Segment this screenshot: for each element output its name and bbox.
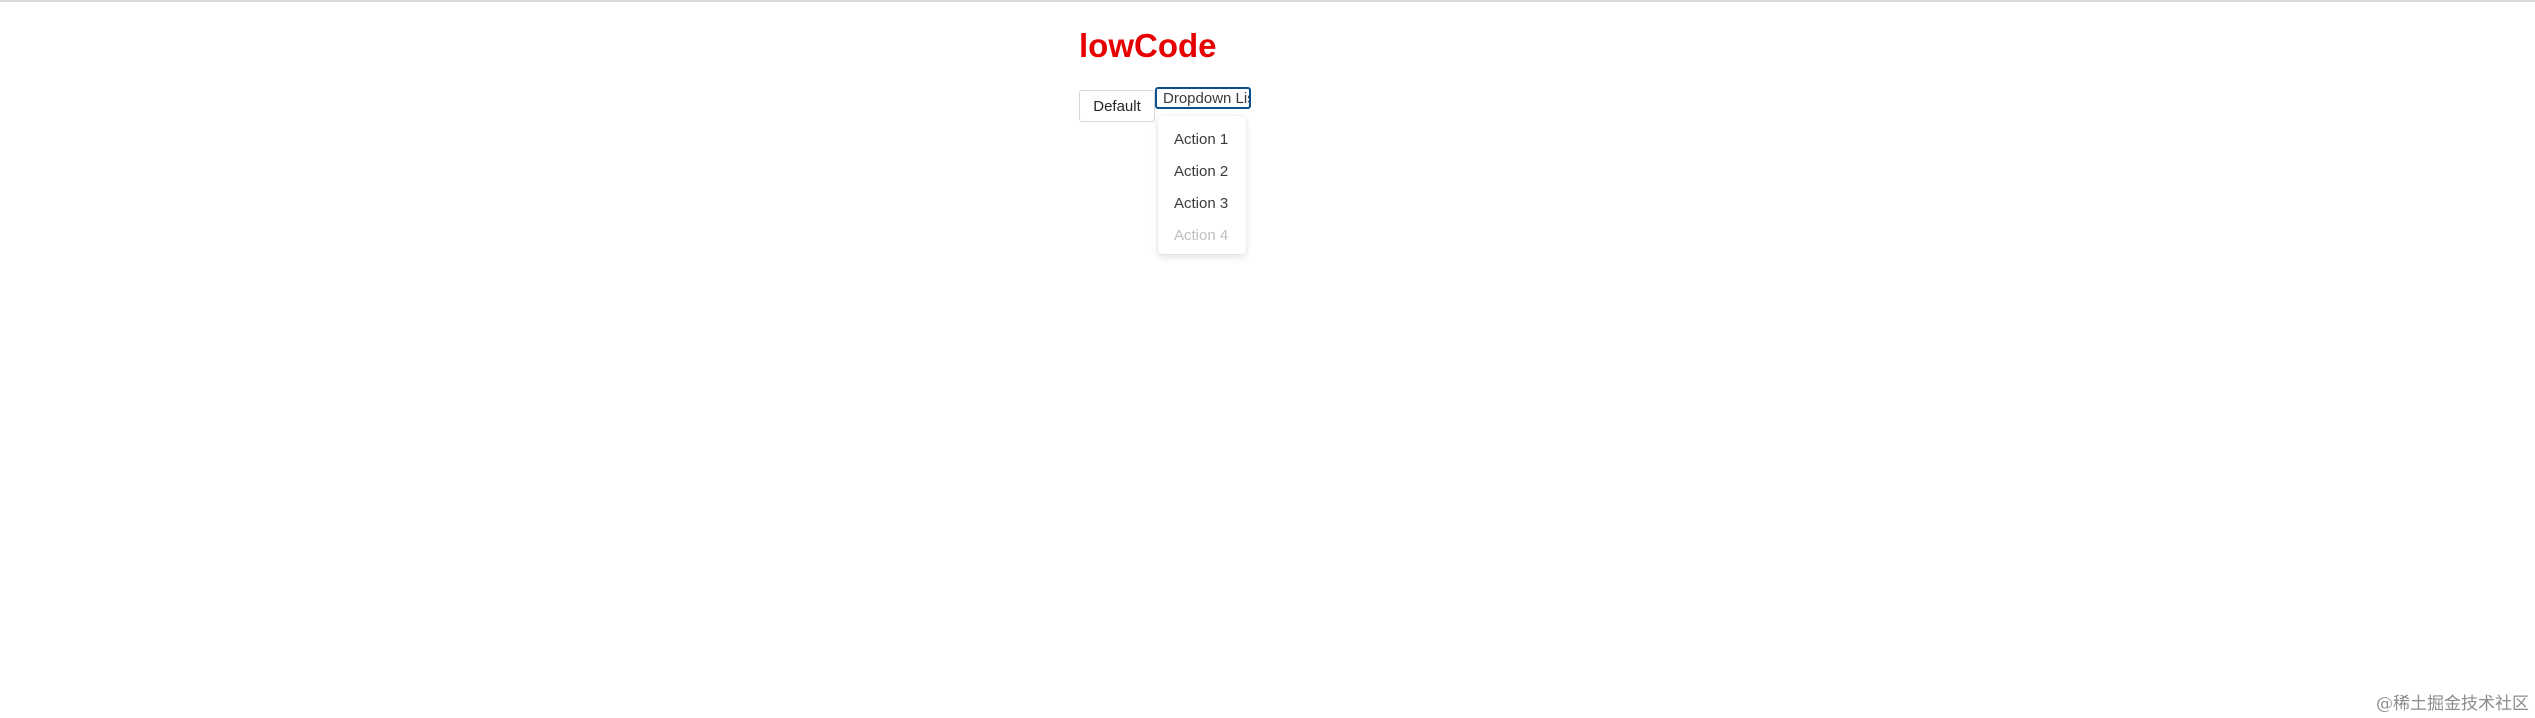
default-button[interactable]: Default [1079, 90, 1155, 122]
menu-item-action-1[interactable]: Action 1 [1158, 124, 1246, 156]
page-canvas: lowCode Default Dropdown List Action 1 A… [0, 0, 2535, 718]
menu-item-action-3[interactable]: Action 3 [1158, 188, 1246, 220]
dropdown-menu: Action 1 Action 2 Action 3 Action 4 [1158, 116, 1246, 254]
watermark: @稀土掘金技术社区 [2376, 694, 2529, 714]
dropdown-list-button[interactable]: Dropdown List [1155, 87, 1251, 109]
top-divider [0, 0, 2535, 2]
menu-item-action-4: Action 4 [1174, 227, 1229, 244]
menu-item-action-2[interactable]: Action 2 [1158, 156, 1246, 188]
page-title: lowCode [1079, 27, 1217, 64]
